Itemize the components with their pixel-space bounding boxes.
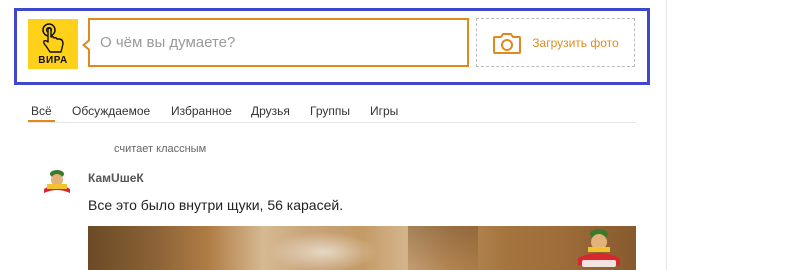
post-photo[interactable]: [88, 226, 636, 270]
user-avatar[interactable]: ВИРА: [28, 19, 78, 69]
feed-note: считает классным: [114, 143, 207, 155]
post-composer: ВИРА Загрузить фото: [14, 8, 650, 85]
avatar-label: ВИРА: [38, 55, 68, 66]
upload-photo-button[interactable]: Загрузить фото: [476, 18, 635, 67]
status-input[interactable]: [88, 18, 469, 67]
post-text: Все это было внутри щуки, 56 карасей.: [88, 197, 344, 213]
active-tab-indicator: [28, 120, 55, 122]
input-pointer-inner: [85, 41, 90, 49]
tab-friends[interactable]: Друзья: [251, 104, 290, 118]
tab-all[interactable]: Всё: [31, 104, 52, 118]
watermark-logo: [578, 229, 620, 267]
hand-pointer-icon: [42, 23, 64, 53]
tab-games[interactable]: Игры: [370, 104, 398, 118]
author-avatar[interactable]: [38, 167, 76, 205]
right-column-divider: [666, 0, 667, 270]
photo-highlight: [268, 232, 378, 270]
upload-photo-label: Загрузить фото: [532, 35, 619, 50]
tab-favorites[interactable]: Избранное: [171, 104, 232, 118]
photo-shadow: [408, 226, 478, 270]
feed-tabs: Всё Обсуждаемое Избранное Друзья Группы …: [28, 98, 636, 123]
tab-groups[interactable]: Группы: [310, 104, 350, 118]
author-logo-image: [42, 170, 72, 203]
tab-discussed[interactable]: Обсуждаемое: [72, 104, 150, 118]
post-author-name[interactable]: КамUшеК: [88, 171, 144, 185]
camera-icon: [493, 32, 522, 54]
